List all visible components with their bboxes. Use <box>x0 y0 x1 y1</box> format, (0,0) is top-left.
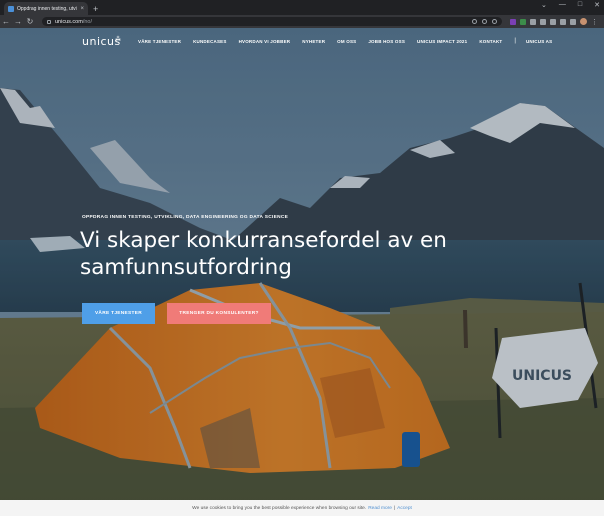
cookie-divider: | <box>393 505 396 511</box>
url-text: unicus.com/no/ <box>55 18 93 25</box>
back-arrow-icon[interactable]: ← <box>0 17 12 26</box>
close-tab-icon[interactable]: × <box>80 6 84 12</box>
browser-tab[interactable]: Oppdrag innen testing, utvikling... × <box>4 2 88 15</box>
new-tab-button[interactable]: + <box>93 4 98 14</box>
browser-toolbar: ← → ↻ unicus.com/no/ ⋮ <box>0 15 604 28</box>
tab-title: Oppdrag innen testing, utvikling... <box>17 5 77 12</box>
our-services-button[interactable]: VÅRE TJENESTER <box>82 303 155 324</box>
browser-menu-icon[interactable]: ⋮ <box>591 18 598 26</box>
lock-icon[interactable] <box>47 19 51 24</box>
cookie-accept-link[interactable]: Accept <box>397 506 412 511</box>
hero-headline-line-1: Vi skaper konkurransefordel av en <box>80 228 447 253</box>
minimize-icon[interactable]: — <box>559 1 566 9</box>
nav-separator: | <box>514 38 516 44</box>
nav-item-kontakt[interactable]: KONTAKT <box>479 39 502 44</box>
close-window-icon[interactable]: ✕ <box>594 1 600 9</box>
cookie-read-more-link[interactable]: Read more <box>368 506 392 511</box>
main-navigation: VÅRE TJENESTER KUNDECASES HVORDAN VI JOB… <box>138 38 564 44</box>
puzzle-icon[interactable] <box>560 18 566 25</box>
extensions-area: ⋮ <box>510 18 598 26</box>
nav-item-jobb-hos-oss[interactable]: JOBB HOS OSS <box>368 39 405 44</box>
extension-icon[interactable] <box>520 18 526 25</box>
extension-icon[interactable] <box>510 18 516 25</box>
cookie-banner: We use cookies to bring you the best pos… <box>0 500 604 516</box>
window-controls: ⌄ — □ ✕ <box>541 1 600 9</box>
sidepanel-icon[interactable] <box>570 18 576 25</box>
tab-search-icon[interactable]: ⌄ <box>541 1 547 9</box>
address-bar[interactable]: unicus.com/no/ <box>42 17 502 26</box>
cookie-message: We use cookies to bring you the best pos… <box>192 505 367 511</box>
nav-item-nyheter[interactable]: NYHETER <box>302 39 325 44</box>
nav-item-unicus-as[interactable]: UNICUS AS <box>526 39 552 44</box>
site-favicon-icon <box>8 5 14 12</box>
nav-item-om-oss[interactable]: OM OSS <box>337 39 356 44</box>
zoom-icon[interactable] <box>472 19 477 24</box>
extension-icon[interactable] <box>550 18 556 25</box>
extension-icon[interactable] <box>540 18 546 25</box>
browser-tab-strip: Oppdrag innen testing, utvikling... × + … <box>0 0 604 15</box>
nav-item-kundecases[interactable]: KUNDECASES <box>193 39 227 44</box>
reload-icon[interactable]: ↻ <box>24 17 36 26</box>
profile-avatar[interactable] <box>580 18 587 25</box>
extension-icon[interactable] <box>530 18 536 25</box>
webpage: UNICUS unicus ⁂ VÅRE TJENESTER KUNDECASE… <box>0 28 604 516</box>
share-icon[interactable] <box>482 19 487 24</box>
nav-item-hvordan-vi-jobber[interactable]: HVORDAN VI JOBBER <box>239 39 291 44</box>
hero-eyebrow: OPPDRAG INNEN TESTING, UTVIKLING, DATA E… <box>82 215 289 220</box>
nav-item-vaare-tjenester[interactable]: VÅRE TJENESTER <box>138 39 181 44</box>
logo-sparkle-icon: ⁂ <box>115 37 121 43</box>
nav-item-unicus-impact[interactable]: UNICUS IMPACT 2021 <box>417 39 467 44</box>
bookmark-star-icon[interactable] <box>492 19 497 24</box>
forward-arrow-icon[interactable]: → <box>12 17 24 26</box>
need-consultants-button[interactable]: TRENGER DU KONSULENTER? <box>167 303 271 324</box>
hero-headline: Vi skaper konkurransefordel av en samfun… <box>80 227 460 281</box>
hero-headline-line-2: samfunnsutfordring <box>80 255 292 280</box>
site-header: unicus ⁂ VÅRE TJENESTER KUNDECASES HVORD… <box>0 28 604 58</box>
maximize-icon[interactable]: □ <box>578 1 582 9</box>
